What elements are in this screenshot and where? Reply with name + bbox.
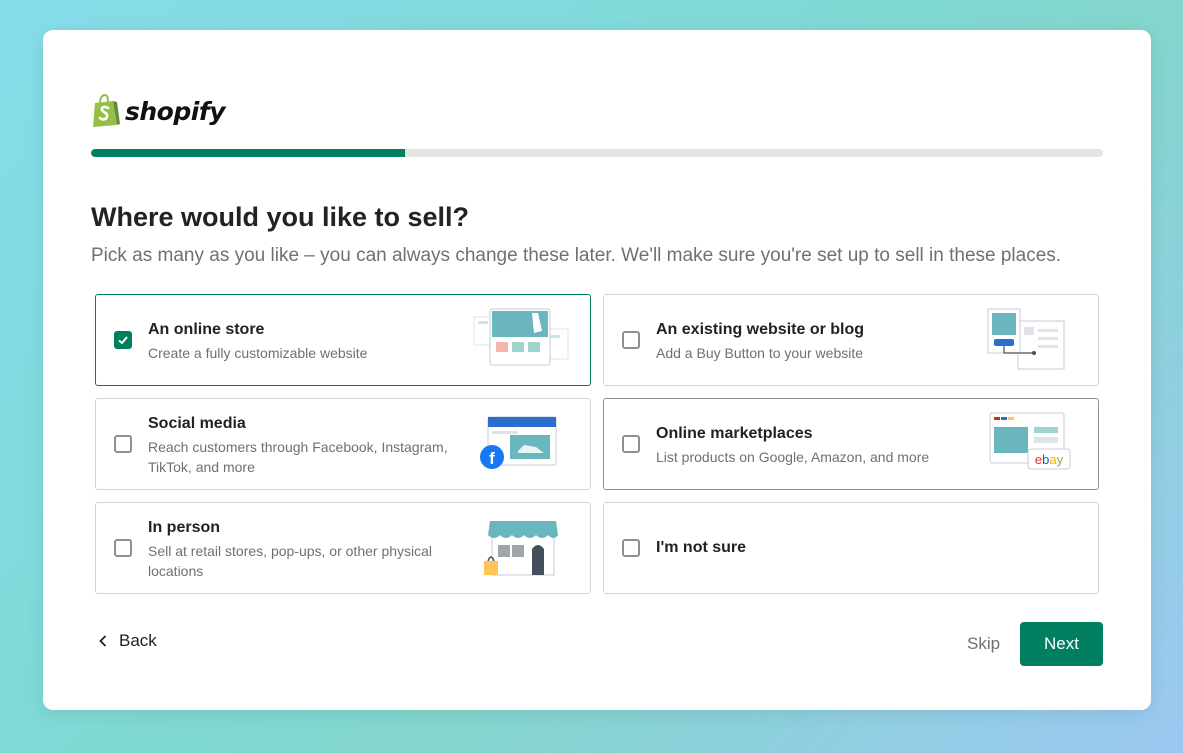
marketplaces-illustration-icon: ebay — [989, 412, 1071, 470]
page-title: Where would you like to sell? — [91, 202, 470, 232]
option-title: An online store — [148, 321, 265, 338]
back-label: Back — [119, 631, 157, 650]
page-subtitle: Pick as many as you like – you can alway… — [91, 245, 1062, 266]
social-media-checkbox[interactable] — [114, 435, 132, 453]
option-description: Reach customers through Facebook, Instag… — [148, 439, 448, 475]
option-online-marketplaces[interactable]: Online marketplaces List products on Goo… — [603, 398, 1099, 490]
option-title: I'm not sure — [656, 539, 747, 556]
svg-text:f: f — [489, 449, 495, 468]
social-media-illustration-icon: f — [480, 416, 557, 469]
option-description: Create a fully customizable website — [148, 345, 368, 361]
option-description: Add a Buy Button to your website — [656, 345, 864, 361]
option-title: Online marketplaces — [656, 425, 813, 442]
buy-button-illustration-icon — [987, 308, 1065, 370]
not-sure-checkbox[interactable] — [622, 539, 640, 557]
shopify-bag-icon — [93, 94, 120, 127]
next-button[interactable]: Next — [1020, 622, 1103, 666]
onboarding-card: shopify Where would you like to sell? Pi… — [43, 30, 1151, 710]
option-in-person[interactable]: In person Sell at retail stores, pop-ups… — [95, 502, 591, 594]
option-social-media[interactable]: Social media Reach customers through Fac… — [95, 398, 591, 490]
option-description: List products on Google, Amazon, and mor… — [656, 449, 930, 465]
checkmark-icon — [118, 336, 128, 345]
option-title: Social media — [148, 415, 246, 432]
option-not-sure[interactable]: I'm not sure — [603, 502, 1099, 594]
online-store-illustration-icon — [473, 308, 569, 366]
svg-text:ebay: ebay — [1035, 452, 1064, 467]
progress-bar — [91, 149, 1103, 157]
chevron-left-icon — [99, 635, 107, 647]
in-person-checkbox[interactable] — [114, 539, 132, 557]
marketplaces-checkbox[interactable] — [622, 435, 640, 453]
option-existing-website[interactable]: An existing website or blog Add a Buy Bu… — [603, 294, 1099, 386]
option-online-store[interactable]: An online store Create a fully customiza… — [95, 294, 591, 386]
existing-website-checkbox[interactable] — [622, 331, 640, 349]
skip-button[interactable]: Skip — [967, 634, 1000, 654]
storefront-illustration-icon — [484, 521, 558, 576]
shopify-logo: shopify — [91, 94, 226, 128]
progress-fill — [91, 149, 405, 157]
back-button[interactable]: Back — [99, 631, 157, 651]
option-description: Sell at retail stores, pop-ups, or other… — [148, 543, 433, 579]
option-title: An existing website or blog — [656, 321, 865, 338]
option-title: In person — [148, 519, 221, 536]
online-store-checkbox[interactable] — [114, 331, 132, 349]
brand-name: shopify — [125, 96, 226, 126]
